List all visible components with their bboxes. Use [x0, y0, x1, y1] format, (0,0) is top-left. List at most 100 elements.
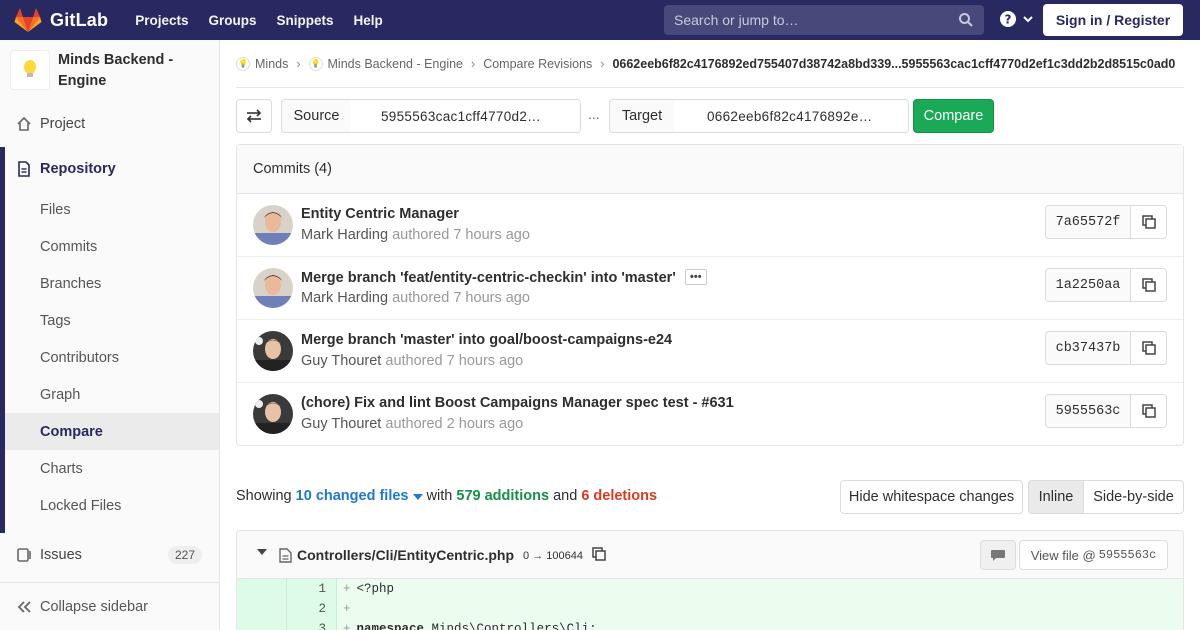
- new-line-number[interactable]: 2: [287, 599, 337, 619]
- plus-marker: +: [343, 602, 351, 616]
- new-line-number[interactable]: 3: [287, 619, 337, 630]
- file-mode-change: 0 → 100644: [523, 550, 583, 562]
- commit-sha-button[interactable]: 1a2250aa: [1045, 268, 1131, 302]
- search-icon: [959, 13, 973, 27]
- commit-meta: Guy Thouret authored 2 hours ago: [301, 416, 523, 432]
- collapse-sidebar-button[interactable]: Collapse sidebar: [0, 582, 219, 630]
- sidebar-item-locked-files[interactable]: Locked Files: [0, 487, 219, 524]
- commit-time: 7 hours ago: [453, 290, 530, 306]
- sidebar-item-files[interactable]: Files: [0, 191, 219, 228]
- sidebar-item-issues[interactable]: Issues 227: [0, 536, 219, 573]
- copy-sha-button[interactable]: [1130, 394, 1167, 428]
- sidebar-item-tags[interactable]: Tags: [0, 302, 219, 339]
- commit-meta: Mark Harding authored 7 hours ago: [301, 227, 530, 243]
- help-dropdown[interactable]: ?: [999, 10, 1034, 28]
- commit-author[interactable]: Mark Harding: [301, 290, 388, 306]
- sidebar-item-branches[interactable]: Branches: [0, 265, 219, 302]
- commit-title[interactable]: Merge branch 'master' into goal/boost-ca…: [301, 332, 672, 348]
- hide-whitespace-button[interactable]: Hide whitespace changes: [840, 480, 1023, 514]
- double-chevron-left-icon: [16, 599, 32, 615]
- nav-projects[interactable]: Projects: [135, 13, 188, 28]
- sidebar-item-commits[interactable]: Commits: [0, 228, 219, 265]
- authored-label: authored: [385, 353, 443, 369]
- breadcrumb-label: Minds Backend - Engine: [327, 56, 464, 71]
- swap-revisions-button[interactable]: [236, 99, 272, 133]
- commit-title[interactable]: Merge branch 'feat/entity-centric-checki…: [301, 269, 707, 286]
- old-line-number: [237, 579, 287, 599]
- expand-message-button[interactable]: •••: [684, 269, 707, 285]
- gitlab-logo[interactable]: GitLab: [14, 0, 108, 40]
- sidebar-item-project[interactable]: Project: [0, 105, 219, 142]
- breadcrumb-project[interactable]: 💡 Minds Backend - Engine: [308, 56, 464, 71]
- commit-sha-button[interactable]: cb37437b: [1045, 331, 1131, 365]
- sidebar-item-charts[interactable]: Charts: [0, 450, 219, 487]
- commit-title-text: Entity Centric Manager: [301, 206, 459, 222]
- comment-icon: [991, 549, 1005, 561]
- inline-view-button[interactable]: Inline: [1028, 480, 1084, 514]
- nav-snippets[interactable]: Snippets: [277, 13, 334, 28]
- nav-help[interactable]: Help: [354, 13, 383, 28]
- commit-title[interactable]: Entity Centric Manager: [301, 206, 459, 222]
- sidebar-item-contributors[interactable]: Contributors: [0, 339, 219, 376]
- breadcrumb-minds[interactable]: 💡 Minds: [236, 56, 288, 71]
- source-ref-dropdown[interactable]: 5955563cac1cff4770d2…: [351, 99, 581, 133]
- copy-sha-button[interactable]: [1130, 331, 1167, 365]
- commit-sha-button[interactable]: 5955563c: [1045, 394, 1131, 428]
- commit-title[interactable]: (chore) Fix and lint Boost Campaigns Man…: [301, 395, 734, 411]
- sidebar-item-compare[interactable]: Compare: [5, 413, 219, 450]
- file-path[interactable]: Controllers/Cli/EntityCentric.php: [297, 547, 514, 563]
- author-avatar[interactable]: [253, 331, 293, 371]
- view-file-button[interactable]: View file @ 5955563c: [1019, 540, 1168, 570]
- main-nav: Projects Groups Snippets Help: [135, 13, 403, 28]
- side-by-side-view-button[interactable]: Side-by-side: [1083, 480, 1184, 514]
- diff-line: 1 + <?php: [237, 579, 1183, 599]
- sidebar-item-graph[interactable]: Graph: [0, 376, 219, 413]
- diff-code-cell: + namespace Minds\Controllers\Cli;: [337, 622, 597, 630]
- copy-sha-button[interactable]: [1130, 268, 1167, 302]
- keyword-namespace: namespace: [356, 622, 425, 630]
- copy-sha-button[interactable]: [1130, 205, 1167, 239]
- sidebar-item-label: Issues: [40, 546, 82, 563]
- sidebar-item-label: Repository: [40, 160, 116, 177]
- commit-author[interactable]: Guy Thouret: [301, 353, 381, 369]
- sidebar-item-repository[interactable]: Repository: [0, 150, 219, 187]
- changed-files-dropdown[interactable]: 10 changed files: [296, 488, 427, 504]
- author-avatar[interactable]: [253, 268, 293, 308]
- copy-icon: [1141, 215, 1156, 229]
- range-dots: ...: [588, 106, 600, 122]
- new-line-number[interactable]: 1: [287, 579, 337, 599]
- diff-stats: Showing 10 changed files with 579 additi…: [236, 488, 657, 504]
- commit-title-text: Merge branch 'master' into goal/boost-ca…: [301, 332, 673, 348]
- issues-icon: [16, 547, 32, 563]
- nav-groups[interactable]: Groups: [208, 13, 256, 28]
- toggle-comments-button[interactable]: [980, 540, 1016, 570]
- svg-text:?: ?: [1005, 13, 1012, 27]
- breadcrumb-separator-icon: ›: [600, 56, 605, 71]
- copy-file-path-button[interactable]: [592, 547, 606, 564]
- commit-title-text: (chore) Fix and lint Boost Campaigns Man…: [301, 395, 734, 411]
- stats-showing: Showing: [236, 488, 292, 504]
- target-ref-dropdown[interactable]: 0662eeb6f82c4176892e…: [674, 99, 909, 133]
- commit-row: Entity Centric Manager Mark Harding autho…: [237, 194, 1183, 257]
- commit-author[interactable]: Guy Thouret: [301, 416, 381, 432]
- search-input[interactable]: [674, 12, 958, 28]
- deletions-count: 6 deletions: [581, 488, 658, 504]
- commit-time: 7 hours ago: [453, 227, 530, 243]
- top-navbar: GitLab Projects Groups Snippets Help ? S…: [0, 0, 1200, 40]
- signin-button[interactable]: Sign in / Register: [1043, 4, 1183, 36]
- commit-sha-button[interactable]: 7a65572f: [1045, 205, 1131, 239]
- author-avatar[interactable]: [253, 394, 293, 434]
- old-line-number: [237, 599, 287, 619]
- breadcrumb-current[interactable]: 0662eeb6f82c4176892ed755407d38742a8bd339…: [612, 57, 1175, 71]
- breadcrumb: 💡 Minds › 💡 Minds Backend - Engine › Com…: [236, 40, 1184, 88]
- chevron-down-icon: [1023, 16, 1033, 23]
- author-avatar[interactable]: [253, 205, 293, 245]
- commits-header: Commits (4): [237, 145, 1183, 194]
- copy-icon: [1141, 278, 1156, 292]
- collapse-file-caret-icon[interactable]: [257, 549, 267, 555]
- group-avatar-icon: 💡: [236, 56, 250, 71]
- compare-button[interactable]: Compare: [913, 99, 994, 133]
- breadcrumb-compare-revisions[interactable]: Compare Revisions: [483, 57, 592, 71]
- plus-marker: +: [343, 622, 351, 630]
- commit-author[interactable]: Mark Harding: [301, 227, 388, 243]
